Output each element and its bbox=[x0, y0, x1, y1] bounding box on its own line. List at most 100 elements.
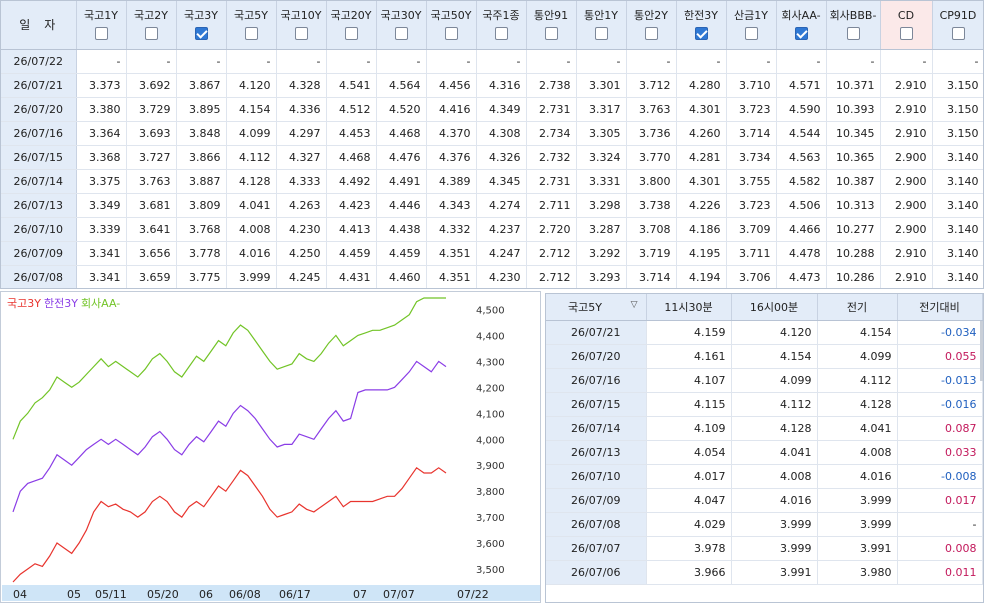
table-row[interactable]: 26/07/15 3.368 3.727 3.866 4.112 4.327 4.468 4.… bbox=[1, 145, 983, 170]
table-cell: 3.659 bbox=[126, 265, 177, 288]
table-cell: 2.900 bbox=[880, 145, 933, 170]
col-header-prev[interactable]: 전기 bbox=[817, 294, 898, 321]
chevron-down-icon: ▽ bbox=[630, 300, 638, 310]
table-row[interactable]: 26/07/13 4.054 4.041 4.008 0.033 bbox=[546, 440, 983, 465]
x-tick-label: 05 bbox=[67, 588, 81, 601]
table-cell: 4.186 bbox=[676, 217, 727, 242]
series-checkbox[interactable] bbox=[94, 27, 108, 40]
table-row[interactable]: 26/07/06 3.966 3.991 3.980 0.011 bbox=[546, 560, 983, 585]
table-cell: 4.416 bbox=[426, 97, 477, 122]
value-1600: 4.128 bbox=[731, 416, 818, 441]
table-row[interactable]: 26/07/21 3.373 3.692 3.867 4.120 4.328 4.541 4.… bbox=[1, 73, 983, 98]
value-change: -0.008 bbox=[897, 464, 983, 489]
col-header-label: 국주1종 bbox=[482, 9, 520, 22]
yield-chart[interactable]: 국고3Y 한전3Y 회사AA- 4,500 4,400 4,300 4,200 4,100 4… bbox=[0, 291, 541, 603]
col-header-label: 한전3Y bbox=[684, 9, 718, 22]
series-checkbox[interactable] bbox=[544, 27, 558, 40]
table-cell: 3.719 bbox=[626, 241, 677, 266]
table-cell: 2.731 bbox=[526, 169, 577, 194]
col-header-label: 국고30Y bbox=[380, 9, 422, 22]
table-row[interactable]: 26/07/16 3.364 3.693 3.848 4.099 4.297 4.453 4.… bbox=[1, 121, 983, 146]
row-date: 26/07/14 bbox=[546, 416, 647, 441]
col-header-1130[interactable]: 11시30분 bbox=[646, 294, 732, 321]
col-header-1600[interactable]: 16시00분 bbox=[731, 294, 818, 321]
table-cell: 4.351 bbox=[426, 265, 477, 288]
row-date: 26/07/08 bbox=[546, 512, 647, 537]
table-cell: 3.140 bbox=[932, 145, 983, 170]
table-row[interactable]: 26/07/20 3.380 3.729 3.895 4.154 4.336 4.512 4.… bbox=[1, 97, 983, 122]
value-change: -0.016 bbox=[897, 392, 983, 417]
table-cell: 3.778 bbox=[176, 241, 227, 266]
series-checkbox[interactable] bbox=[694, 27, 708, 40]
scrollbar-thumb[interactable] bbox=[980, 321, 983, 381]
table-row[interactable]: 26/07/22- - - - - - - - - - - - - - - - - - bbox=[1, 49, 983, 74]
series-checkbox[interactable] bbox=[244, 27, 258, 40]
series-checkbox[interactable] bbox=[899, 27, 913, 40]
table-cell: 3.729 bbox=[126, 97, 177, 122]
series-checkbox[interactable] bbox=[744, 27, 758, 40]
value-1600: 3.991 bbox=[731, 560, 818, 585]
series-checkbox[interactable] bbox=[594, 27, 608, 40]
value-1130: 3.966 bbox=[646, 560, 732, 585]
table-cell: - bbox=[126, 49, 177, 74]
table-cell: 4.041 bbox=[226, 193, 277, 218]
table-cell: 10.286 bbox=[826, 265, 881, 288]
table-cell: 4.230 bbox=[476, 265, 527, 288]
series-checkbox[interactable] bbox=[644, 27, 658, 40]
col-header-14: 회사AA- bbox=[776, 1, 827, 50]
table-cell: 4.281 bbox=[676, 145, 727, 170]
col-header-label: 국고2Y bbox=[134, 9, 168, 22]
table-row[interactable]: 26/07/07 3.978 3.999 3.991 0.008 bbox=[546, 536, 983, 561]
series-checkbox[interactable] bbox=[846, 27, 860, 40]
table-row[interactable]: 26/07/13 3.349 3.681 3.809 4.041 4.263 4.423 4.… bbox=[1, 193, 983, 218]
col-header-label: 국고5Y bbox=[234, 9, 268, 22]
col-header-change[interactable]: 전기대비 bbox=[897, 294, 983, 321]
table-row[interactable]: 26/07/14 4.109 4.128 4.041 0.087 bbox=[546, 416, 983, 441]
table-cell: 3.140 bbox=[932, 169, 983, 194]
series-checkbox[interactable] bbox=[794, 27, 808, 40]
table-row[interactable]: 26/07/20 4.161 4.154 4.099 0.055 bbox=[546, 344, 983, 369]
table-row[interactable]: 26/07/21 4.159 4.120 4.154 -0.034 bbox=[546, 320, 983, 345]
y-tick-label: 4,400 bbox=[476, 331, 505, 342]
table-row[interactable]: 26/07/10 4.017 4.008 4.016 -0.008 bbox=[546, 464, 983, 489]
table-cell: 3.763 bbox=[126, 169, 177, 194]
table-row[interactable]: 26/07/10 3.339 3.641 3.768 4.008 4.230 4.413 4.… bbox=[1, 217, 983, 242]
series-checkbox[interactable] bbox=[144, 27, 158, 40]
table-cell: 3.770 bbox=[626, 145, 677, 170]
table-row[interactable]: 26/07/09 4.047 4.016 3.999 0.017 bbox=[546, 488, 983, 513]
table-cell: 3.714 bbox=[626, 265, 677, 288]
table-cell: - bbox=[676, 49, 727, 74]
table-row[interactable]: 26/07/15 4.115 4.112 4.128 -0.016 bbox=[546, 392, 983, 417]
value-1130: 3.978 bbox=[646, 536, 732, 561]
series-checkbox[interactable] bbox=[444, 27, 458, 40]
value-1600: 4.008 bbox=[731, 464, 818, 489]
series-checkbox[interactable] bbox=[951, 27, 965, 40]
table-row[interactable]: 26/07/08 4.029 3.999 3.999- bbox=[546, 512, 983, 537]
x-tick-label: 06/17 bbox=[279, 588, 311, 601]
yield-grid: 일자 국고1Y 국고2Y 국고3Y 국고5Y 국고10Y 국고20Y 국고30Y 국고50Y 국주… bbox=[0, 0, 984, 289]
table-row[interactable]: 26/07/14 3.375 3.763 3.887 4.128 4.333 4.492 4.… bbox=[1, 169, 983, 194]
table-cell: 4.326 bbox=[476, 145, 527, 170]
table-row[interactable]: 26/07/16 4.107 4.099 4.112 -0.013 bbox=[546, 368, 983, 393]
table-row[interactable]: 26/07/09 3.341 3.656 3.778 4.016 4.250 4.459 4.… bbox=[1, 241, 983, 266]
series-checkbox[interactable] bbox=[194, 27, 208, 40]
table-cell: - bbox=[880, 49, 933, 74]
series-checkbox[interactable] bbox=[494, 27, 508, 40]
x-tick-label: 05/20 bbox=[147, 588, 179, 601]
table-cell: 3.895 bbox=[176, 97, 227, 122]
col-header-17: CP91D bbox=[932, 1, 983, 50]
bond-select-label: 국고5Y bbox=[568, 300, 602, 314]
table-cell: 4.351 bbox=[426, 241, 477, 266]
bond-select[interactable]: 국고5Y ▽ bbox=[546, 294, 647, 321]
table-cell: 3.710 bbox=[726, 73, 777, 98]
col-header-label: 국고3Y bbox=[184, 9, 218, 22]
series-checkbox[interactable] bbox=[294, 27, 308, 40]
table-cell: 4.226 bbox=[676, 193, 727, 218]
series-checkbox[interactable] bbox=[394, 27, 408, 40]
series-checkbox[interactable] bbox=[344, 27, 358, 40]
table-cell: 3.848 bbox=[176, 121, 227, 146]
table-cell: 4.492 bbox=[326, 169, 377, 194]
table-cell: 3.775 bbox=[176, 265, 227, 288]
row-date: 26/07/20 bbox=[1, 97, 77, 122]
table-row[interactable]: 26/07/08 3.341 3.659 3.775 3.999 4.245 4.431 4.… bbox=[1, 265, 983, 288]
